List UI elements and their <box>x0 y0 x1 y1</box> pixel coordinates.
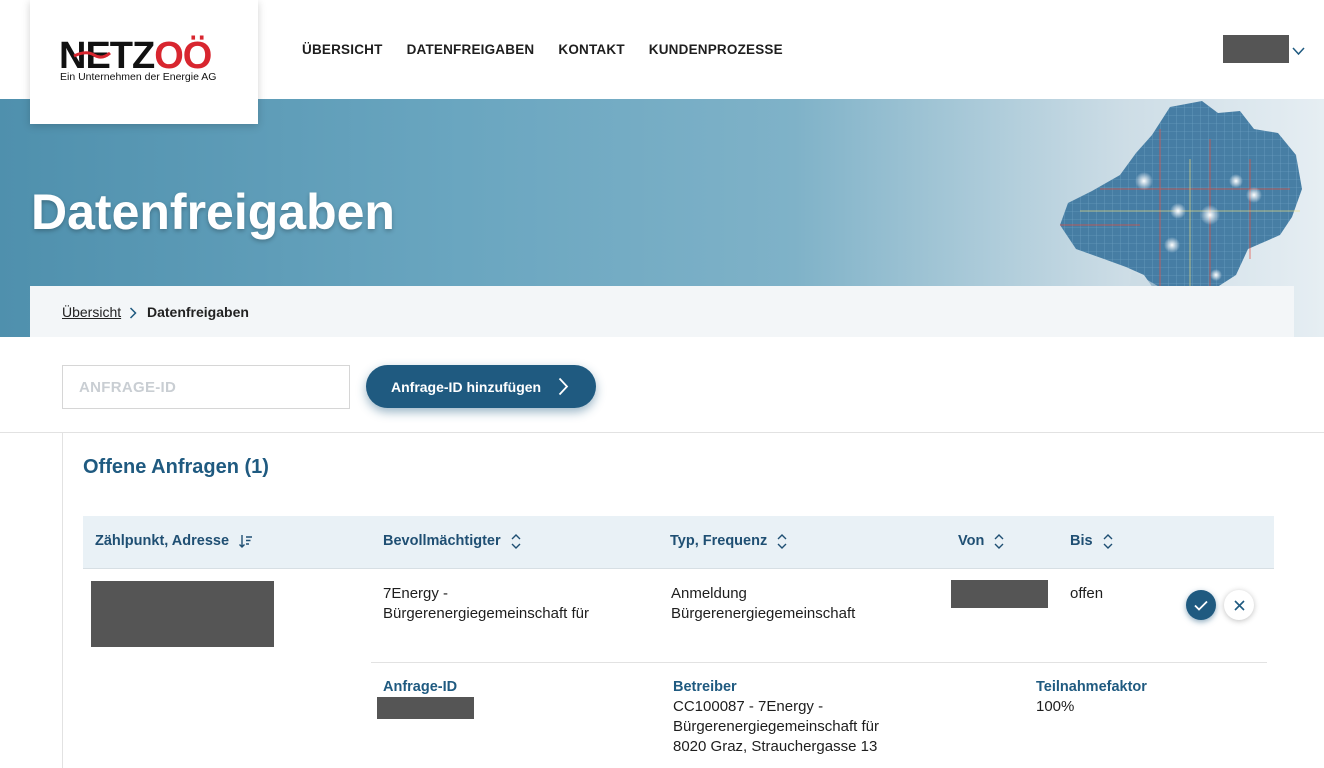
approve-button[interactable] <box>1186 590 1216 620</box>
logo-swoosh-icon <box>73 51 111 59</box>
typ-frequenz-cell: Anmeldung Bürgerenergiegemeinschaft <box>671 585 856 622</box>
breadcrumb-item-uebersicht[interactable]: Übersicht <box>62 304 121 320</box>
anfrage-id-input[interactable] <box>62 365 350 409</box>
betreiber-value: CC100087 - 7Energy - Bürgerenergiegemein… <box>673 698 879 755</box>
sort-updown-icon <box>994 533 1004 549</box>
page-title: Datenfreigaben <box>31 184 395 240</box>
anfrage-id-redacted <box>377 697 474 719</box>
betreiber-label: Betreiber <box>673 679 737 695</box>
user-menu-redacted[interactable] <box>1223 35 1289 63</box>
table-header: Zählpunkt, Adresse Bevollmächtigter Typ,… <box>83 516 1274 569</box>
teilnahmefaktor-label: Teilnahmefaktor <box>1036 679 1147 695</box>
column-header-typ-frequenz[interactable]: Typ, Frequenz <box>670 533 787 549</box>
nav-item-datenfreigaben[interactable]: DATENFREIGABEN <box>407 42 535 57</box>
add-anfrage-id-label: Anfrage-ID hinzufügen <box>391 378 542 395</box>
bis-cell: offen <box>1070 585 1104 602</box>
logo-subtitle: Ein Unternehmen der Energie AG <box>60 71 217 83</box>
chevron-right-icon <box>558 377 569 396</box>
content-left-rule <box>62 433 63 768</box>
chevron-right-icon <box>129 306 137 324</box>
logo[interactable]: NETZOÖ Ein Unternehmen der Energie AG <box>30 0 258 124</box>
zaehlpunkt-adresse-redacted <box>91 581 274 647</box>
section-divider <box>0 432 1324 433</box>
breadcrumb: Übersicht Datenfreigaben <box>30 286 1294 337</box>
column-header-bevollmaechtigter[interactable]: Bevollmächtigter <box>383 533 521 549</box>
column-header-von[interactable]: Von <box>958 533 1004 549</box>
sort-updown-icon <box>511 533 521 549</box>
sort-descending-icon <box>239 535 253 548</box>
von-date-redacted <box>951 580 1048 608</box>
chevron-down-icon[interactable] <box>1292 43 1305 61</box>
add-anfrage-id-button[interactable]: Anfrage-ID hinzufügen <box>366 365 596 408</box>
anfrage-id-label: Anfrage-ID <box>383 679 458 695</box>
section-title-offene-anfragen: Offene Anfragen (1) <box>83 456 269 478</box>
column-header-bis[interactable]: Bis <box>1070 533 1113 549</box>
nav-item-kontakt[interactable]: KONTAKT <box>558 42 624 57</box>
main-nav: ÜBERSICHT DATENFREIGABEN KONTAKT KUNDENP… <box>302 42 783 57</box>
column-header-zaehlpunkt[interactable]: Zählpunkt, Adresse <box>95 533 253 549</box>
nav-item-uebersicht[interactable]: ÜBERSICHT <box>302 42 383 57</box>
sort-updown-icon <box>1103 533 1113 549</box>
sort-updown-icon <box>777 533 787 549</box>
teilnahmefaktor-value: 100% <box>1036 698 1075 715</box>
check-icon <box>1194 600 1208 611</box>
breadcrumb-item-current: Datenfreigaben <box>147 304 249 320</box>
bevollmaechtigter-cell: 7Energy - Bürgerenergiegemeinschaft für <box>383 585 589 622</box>
nav-item-kundenprozesse[interactable]: KUNDENPROZESSE <box>649 42 783 57</box>
close-icon <box>1233 599 1245 611</box>
row-detail-divider <box>371 662 1267 663</box>
reject-button[interactable] <box>1224 590 1254 620</box>
